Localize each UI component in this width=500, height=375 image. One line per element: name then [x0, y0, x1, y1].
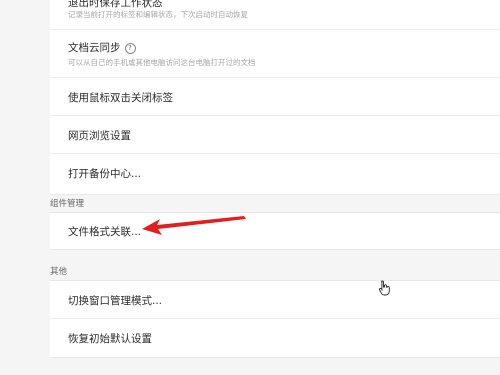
hand-cursor-icon	[378, 280, 390, 296]
setting-title: 使用鼠标双击关闭标签	[68, 92, 173, 104]
setting-description: 可以从自己的手机或其他电脑访问这台电脑打开过的文档	[68, 58, 256, 67]
setting-double-click-close-tab[interactable]: 使用鼠标双击关闭标签	[50, 78, 500, 116]
setting-file-format-association[interactable]: 文件格式关联...	[50, 213, 500, 249]
setting-title: 切换窗口管理模式...	[68, 295, 163, 307]
setting-title: 打开备份中心...	[68, 168, 142, 180]
setting-web-browsing[interactable]: 网页浏览设置	[50, 116, 500, 154]
setting-title: 文件格式关联...	[68, 226, 142, 238]
section-header-other: 其他	[50, 267, 68, 277]
setting-title: 文档云同步?	[68, 40, 136, 55]
setting-title: 网页浏览设置	[68, 130, 131, 142]
setting-switch-window-mode[interactable]: 切换窗口管理模式...	[50, 281, 500, 319]
setting-doc-cloud-sync[interactable]: 文档云同步? 可以从自己的手机或其他电脑访问这台电脑打开过的文档	[50, 30, 500, 78]
components-panel: 文件格式关联...	[50, 212, 500, 250]
setting-save-work-state[interactable]: 退出时保存工作状态 记录当前打开的标签和编辑状态，下次启动时自动恢复	[50, 0, 500, 30]
setting-description: 记录当前打开的标签和编辑状态，下次启动时自动恢复	[68, 10, 248, 19]
setting-restore-defaults[interactable]: 恢复初始默认设置	[50, 319, 500, 357]
section-header-components: 组件管理	[50, 199, 85, 209]
setting-title: 恢复初始默认设置	[68, 333, 152, 345]
setting-title-text: 文档云同步	[68, 42, 121, 54]
setting-open-backup-center[interactable]: 打开备份中心...	[50, 154, 500, 192]
general-settings-panel: 退出时保存工作状态 记录当前打开的标签和编辑状态，下次启动时自动恢复 文档云同步…	[50, 0, 500, 195]
other-panel: 切换窗口管理模式... 恢复初始默认设置	[50, 280, 500, 358]
help-icon[interactable]: ?	[124, 43, 136, 54]
arrow-head-icon	[142, 216, 246, 235]
red-arrow-annotation	[142, 216, 246, 235]
